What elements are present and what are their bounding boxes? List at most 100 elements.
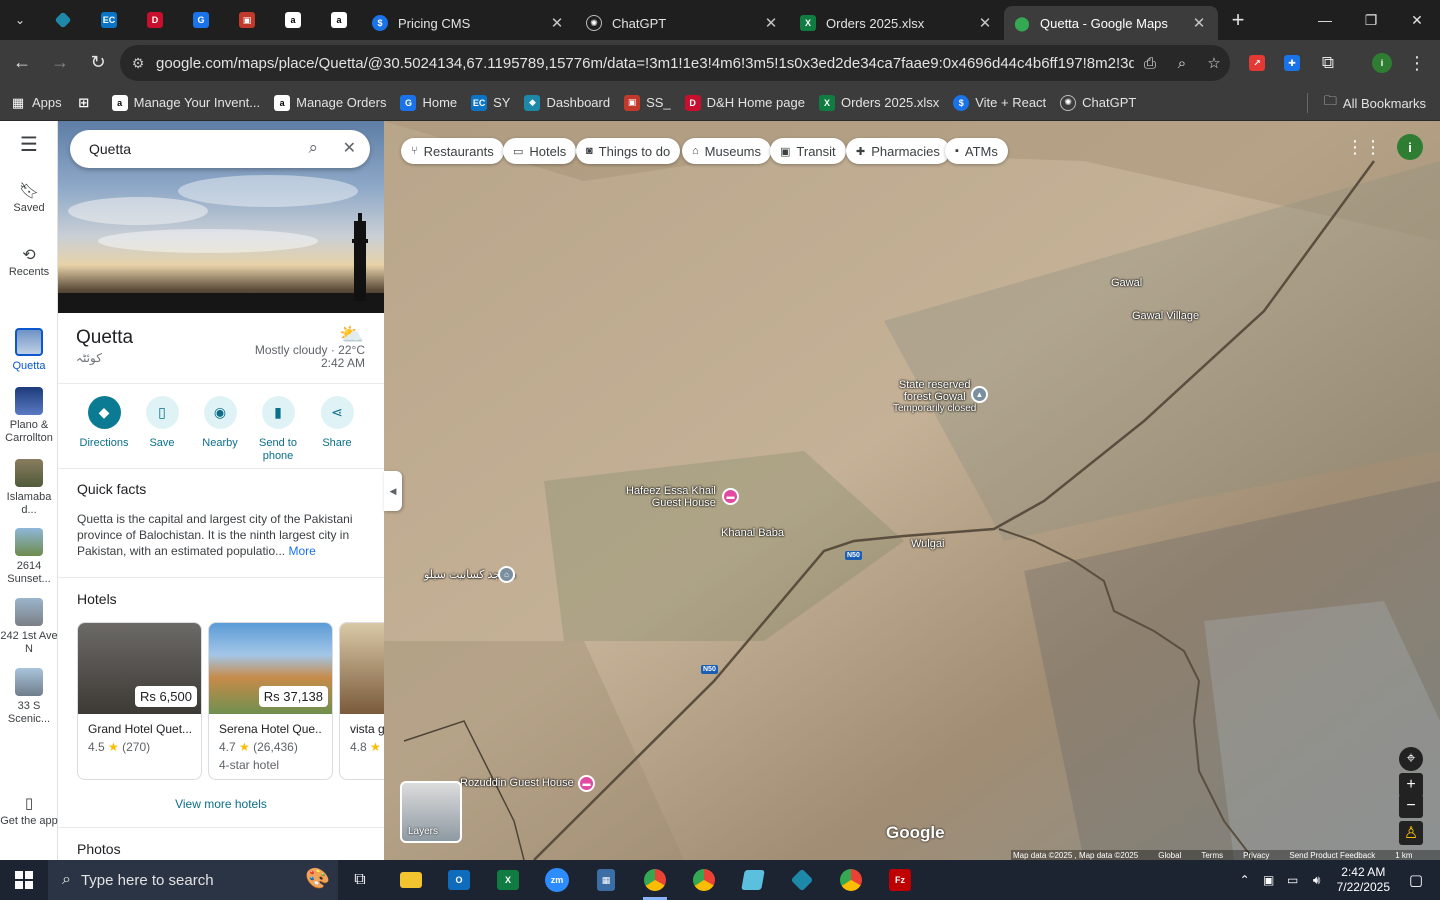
satellite-map[interactable]: ⑂ Restaurants ▭ Hotels ◙ Things to do ⌂ Muse… (384, 121, 1440, 860)
my-location-icon[interactable]: ⌖ (1399, 747, 1423, 771)
volume-icon[interactable]: 🔊︎ (1305, 873, 1329, 888)
outlook-icon[interactable]: O (437, 860, 481, 900)
close-icon[interactable]: ✕ (976, 14, 994, 32)
diamond-app-icon[interactable] (780, 860, 824, 900)
terms-link[interactable]: Terms (1201, 851, 1223, 860)
zoom-out-button[interactable]: − (1399, 794, 1423, 818)
park-pin-icon[interactable]: ▲ (971, 386, 988, 403)
privacy-link[interactable]: Privacy (1243, 851, 1269, 860)
chip-museums[interactable]: ⌂ Museums (682, 138, 772, 164)
rail-recent-242-1st[interactable]: 242 1st Ave N (0, 598, 58, 656)
pinned-tab-7[interactable]: a (316, 0, 362, 40)
close-icon[interactable]: ✕ (548, 14, 566, 32)
label-rozuddin-guest-house[interactable]: Rozuddin Guest House (460, 777, 574, 789)
extension-button[interactable]: ↗ (1240, 46, 1274, 80)
bookmark-home[interactable]: G Home (400, 94, 457, 111)
bookmark-ss[interactable]: ▣ SS_ (624, 94, 671, 111)
minimize-button[interactable]: — (1302, 0, 1348, 40)
menu-hamburger-icon[interactable]: ☰ (0, 135, 58, 155)
more-link[interactable]: More (288, 544, 315, 558)
bookmark-chatgpt[interactable]: ✺ ChatGPT (1060, 94, 1136, 111)
url-text[interactable]: google.com/maps/place/Quetta/@30.5024134… (156, 55, 1134, 72)
zoom-app-icon[interactable]: zm (535, 860, 579, 900)
view-more-hotels-link[interactable]: View more hotels (58, 797, 384, 811)
layers-button[interactable]: Layers (400, 781, 462, 843)
chevron-up-icon[interactable]: ⌃ (1233, 873, 1257, 887)
notifications-icon[interactable]: ▢ (1404, 871, 1428, 889)
pinned-tab-4[interactable]: G (178, 0, 224, 40)
bookmark-manage-inventory[interactable]: a Manage Your Invent... (111, 94, 260, 111)
pinned-tab-3[interactable]: D (132, 0, 178, 40)
pinned-tab-1[interactable] (40, 0, 86, 40)
rail-get-app[interactable]: ▯ Get the app (0, 796, 58, 828)
bookmark-grid[interactable]: ⊞ (76, 95, 98, 111)
save-button[interactable]: ▯ Save (133, 396, 191, 450)
chrome-icon[interactable] (633, 860, 677, 900)
excel-app-icon[interactable]: X (486, 860, 530, 900)
chip-transit[interactable]: ▣ Transit (770, 138, 846, 164)
back-button[interactable]: ← (4, 45, 40, 81)
bookmark-dh-home[interactable]: D D&H Home page (684, 94, 805, 111)
hotel-card[interactable]: Rs 37,138 Serena Hotel Que... 4.7 ★ (26,… (208, 622, 333, 780)
label-wulgai[interactable]: Wulgai (911, 538, 944, 550)
directions-button[interactable]: ◆ Directions (75, 396, 133, 450)
mosque-pin-icon[interactable]: ⌂ (498, 566, 515, 583)
close-icon[interactable]: ✕ (1190, 14, 1208, 32)
rail-recents[interactable]: ⟲ Recents (0, 248, 58, 279)
send-to-phone-button[interactable]: ▮ Send to phone (249, 396, 307, 463)
bookmark-orders-xlsx[interactable]: X Orders 2025.xlsx (818, 94, 939, 111)
pinned-tab-5[interactable]: ▣ (224, 0, 270, 40)
tab-search-button[interactable]: ⌄ (0, 0, 40, 40)
hotel-card[interactable]: vista g 4.8 ★ (339, 622, 384, 780)
extension-button[interactable]: ✚ (1275, 46, 1309, 80)
apps-grid-icon[interactable]: ⋮⋮ (1346, 137, 1382, 158)
rail-recent-quetta[interactable]: Quetta (0, 328, 58, 373)
rail-saved[interactable]: 🔖︎ Saved (0, 184, 58, 215)
install-icon[interactable]: ⎙ (1134, 55, 1166, 72)
chip-pharmacies[interactable]: ✚ Pharmacies (846, 138, 950, 164)
search-icon[interactable]: ⌕ (308, 138, 318, 158)
calculator-icon[interactable]: ▦ (584, 860, 628, 900)
restore-button[interactable]: ❐ (1348, 0, 1394, 40)
hotel-card[interactable]: Rs 6,500 Grand Hotel Quet... 4.5 ★ (270) (77, 622, 202, 780)
all-bookmarks-button[interactable]: 🗀 All Bookmarks (1324, 85, 1426, 121)
address-bar[interactable]: ⚙ google.com/maps/place/Quetta/@30.50241… (120, 45, 1230, 81)
tab-google-maps[interactable]: ⬤ Quetta - Google Maps ✕ (1004, 6, 1218, 40)
chip-restaurants[interactable]: ⑂ Restaurants (401, 138, 504, 164)
tab-orders-xlsx[interactable]: X Orders 2025.xlsx ✕ (790, 6, 1004, 40)
bookmark-apps[interactable]: ▦ Apps (10, 95, 62, 111)
chrome-profile-2-icon[interactable] (829, 860, 873, 900)
global-link[interactable]: Global (1158, 851, 1181, 860)
filezilla-icon[interactable]: Fz (878, 860, 922, 900)
task-view-icon[interactable]: ⧉ (338, 860, 382, 900)
forward-button[interactable]: → (42, 45, 78, 81)
chip-hotels[interactable]: ▭ Hotels (503, 138, 577, 164)
chrome-profile-icon[interactable] (682, 860, 726, 900)
start-button[interactable] (0, 860, 48, 900)
hotel-pin-icon[interactable]: ▬ (722, 488, 739, 505)
chip-things-to-do[interactable]: ◙ Things to do (576, 138, 681, 164)
profile-avatar[interactable]: i (1365, 46, 1399, 80)
rail-recent-plano[interactable]: Plano & Carrollton (0, 387, 58, 445)
label-state-forest[interactable]: State reserved forest Gowal Temporarily … (893, 379, 976, 414)
taskbar-search[interactable]: ⌕ Type here to search 🎨 (48, 860, 338, 900)
collapse-panel-button[interactable]: ◀ (384, 471, 402, 511)
pinned-tab-2[interactable]: EC (86, 0, 132, 40)
feedback-link[interactable]: Send Product Feedback (1289, 851, 1375, 860)
share-button[interactable]: ⋖ Share (308, 396, 366, 450)
close-window-button[interactable]: ✕ (1394, 0, 1440, 40)
pinned-tab-6[interactable]: a (270, 0, 316, 40)
menu-kebab-icon[interactable]: ⋮ (1400, 46, 1434, 80)
file-explorer-icon[interactable] (389, 860, 433, 900)
label-khanal-baba[interactable]: Khanal Baba (721, 527, 784, 539)
clock[interactable]: 2:42 AM 7/22/2025 (1337, 865, 1390, 895)
reload-button[interactable]: ↻ (80, 45, 116, 81)
chip-atms[interactable]: ▪ ATMs (945, 138, 1008, 164)
site-info-icon[interactable]: ⚙ (120, 55, 156, 72)
pegman-icon[interactable]: ♙ (1399, 821, 1423, 845)
label-gawal[interactable]: Gawal (1111, 277, 1142, 289)
notes-app-icon[interactable] (731, 860, 775, 900)
bookmark-vite-react[interactable]: $ Vite + React (953, 94, 1046, 111)
nearby-button[interactable]: ◉ Nearby (191, 396, 249, 450)
search-input[interactable]: Quetta ⌕ ✕ (70, 130, 370, 168)
